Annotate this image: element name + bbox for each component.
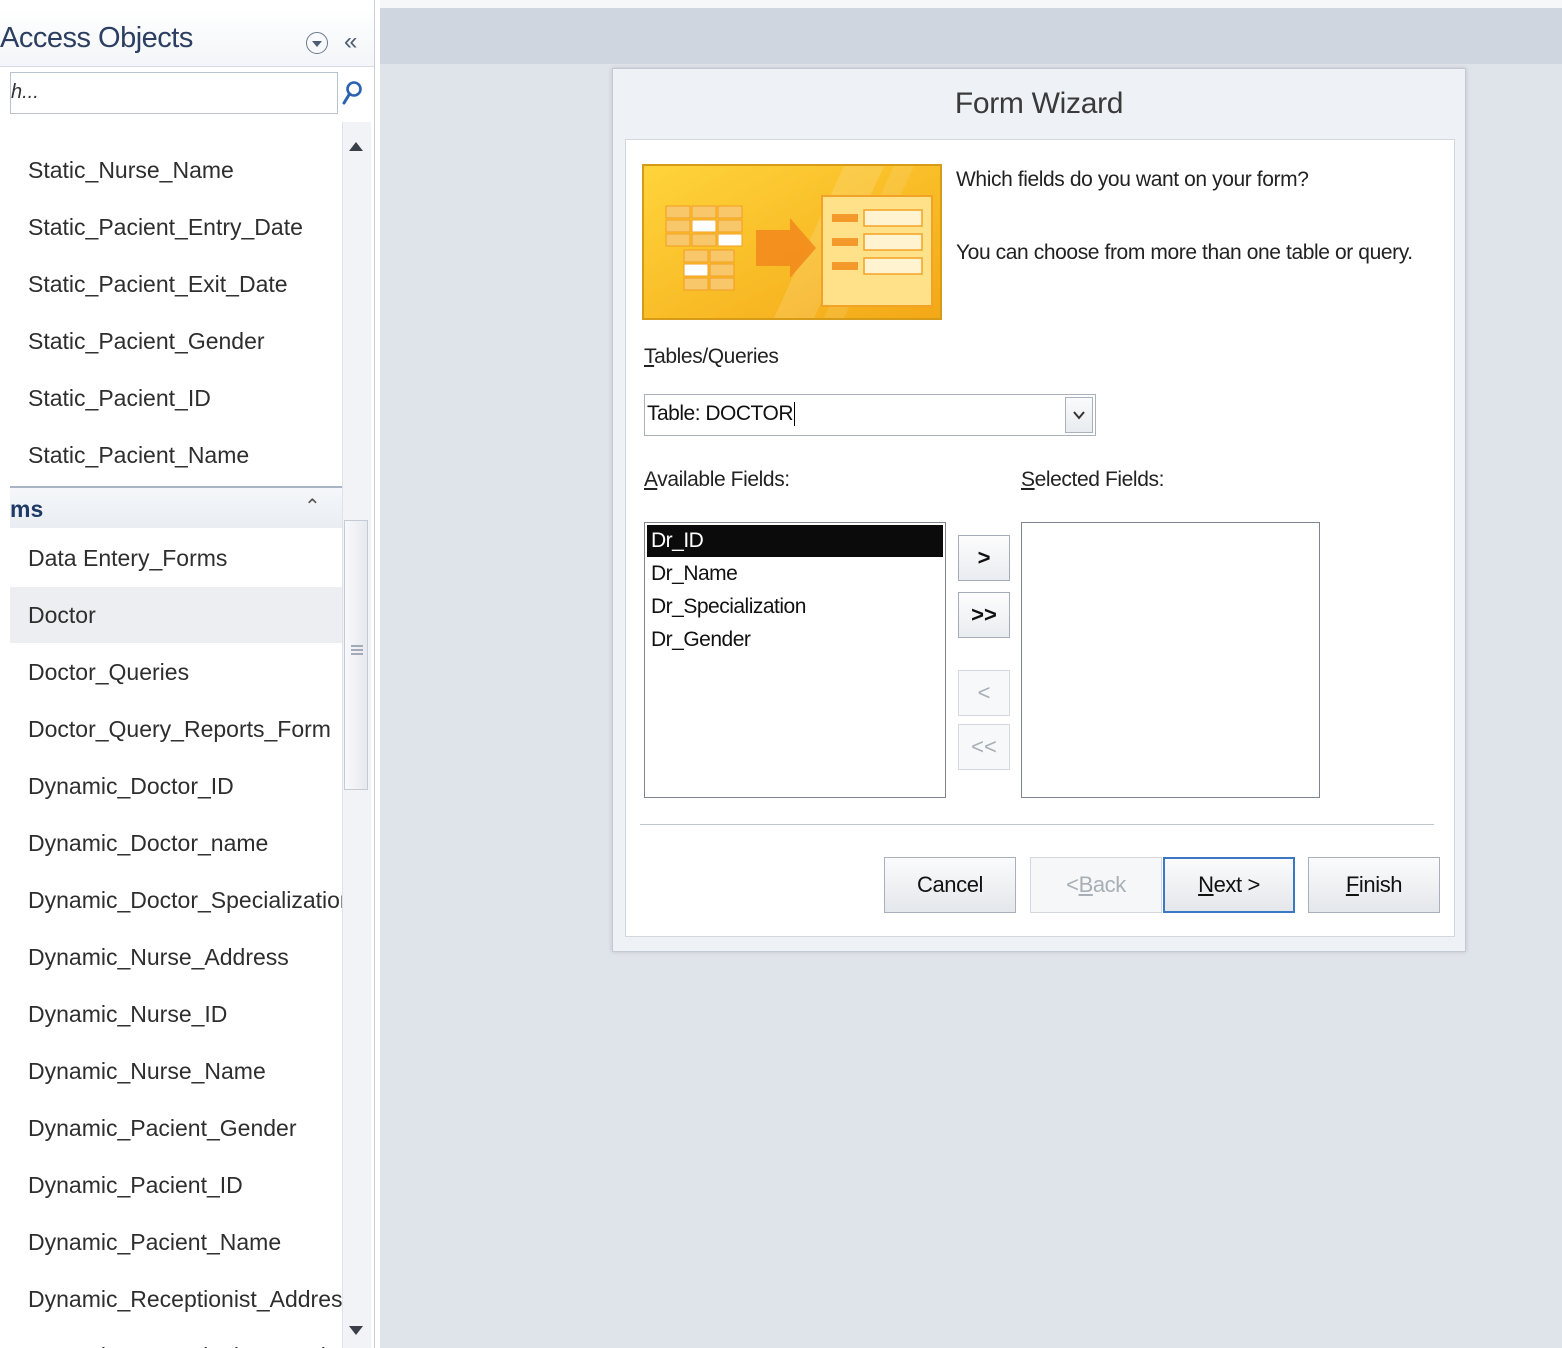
wizard-question: Which fields do you want on your form?: [956, 168, 1309, 191]
nav-collapse-icon[interactable]: «: [344, 28, 357, 56]
back-prefix: <: [1066, 872, 1079, 897]
next-button[interactable]: Next >: [1163, 857, 1295, 913]
tables-queries-combo[interactable]: Table: DOCTOR: [644, 394, 1096, 436]
available-field-item[interactable]: Dr_Name: [647, 558, 943, 590]
nav-object-list: Static_Nurse_Name Static_Pacient_Entry_Da…: [10, 122, 342, 1348]
workspace-tab-strip: [380, 0, 1562, 64]
selected-fields-mnemonic: S: [1021, 468, 1035, 491]
nav-item[interactable]: Dynamic_Nurse_Address: [10, 929, 342, 985]
nav-group-label: ms: [10, 496, 44, 522]
navigation-pane: Access Objects « h... Static_Nurse_Name S…: [0, 0, 375, 1348]
back-button[interactable]: < Back: [1030, 857, 1162, 913]
nav-item[interactable]: Doctor_Queries: [10, 644, 342, 700]
nav-group-forms[interactable]: ms ⌃: [10, 486, 342, 528]
back-label: ack: [1092, 872, 1126, 897]
available-field-item[interactable]: Dr_ID: [647, 525, 943, 557]
back-mnemonic: B: [1078, 872, 1094, 897]
nav-item[interactable]: Dynamic_Pacient_ID: [10, 1157, 342, 1213]
selected-fields-label: Selected Fields:: [1021, 468, 1164, 492]
nav-item[interactable]: Data Entery_Forms: [10, 530, 342, 586]
remove-field-button[interactable]: <: [958, 670, 1010, 716]
nav-item[interactable]: Static_Pacient_Entry_Date: [10, 199, 342, 255]
nav-item[interactable]: Static_Pacient_ID: [10, 370, 342, 426]
nav-item[interactable]: Dynamic_Receptionist_Gender: [10, 1328, 342, 1348]
nav-scrollbar[interactable]: [342, 122, 371, 1348]
available-fields-label: Available Fields:: [644, 468, 790, 492]
available-field-item[interactable]: Dr_Gender: [647, 624, 943, 656]
nav-item[interactable]: Static_Pacient_Name: [10, 427, 342, 483]
available-fields-label-text: vailable Fields:: [657, 468, 790, 491]
text-cursor: [794, 402, 795, 427]
finish-label: inish: [1358, 872, 1403, 897]
nav-item[interactable]: Dynamic_Doctor_ID: [10, 758, 342, 814]
search-icon[interactable]: [338, 72, 368, 114]
remove-all-fields-button[interactable]: <<: [958, 724, 1010, 770]
finish-button[interactable]: Finish: [1308, 857, 1440, 913]
nav-item[interactable]: Dynamic_Nurse_ID: [10, 986, 342, 1042]
cancel-button[interactable]: Cancel: [884, 857, 1016, 913]
scroll-down-icon[interactable]: [345, 1310, 367, 1348]
nav-item[interactable]: Dynamic_Doctor_name: [10, 815, 342, 871]
nav-item[interactable]: Dynamic_Doctor_Specialization: [10, 872, 342, 928]
tables-queries-mnemonic: T: [644, 345, 655, 368]
access-window: Access Objects « h... Static_Nurse_Name S…: [0, 0, 1562, 1348]
button-separator: [640, 824, 1434, 826]
nav-item[interactable]: Dynamic_Pacient_Name: [10, 1214, 342, 1270]
nav-item[interactable]: Static_Nurse_Name: [10, 142, 342, 198]
nav-item[interactable]: Doctor: [10, 587, 342, 643]
selected-fields-label-text: elected Fields:: [1034, 468, 1165, 491]
double-chevron-up-icon[interactable]: ⌃: [304, 494, 321, 519]
nav-item[interactable]: Dynamic_Receptionist_Address: [10, 1271, 342, 1327]
nav-search-input[interactable]: h...: [10, 72, 338, 114]
nav-item[interactable]: Dynamic_Nurse_Name: [10, 1043, 342, 1099]
nav-pane-header: Access Objects «: [0, 8, 374, 67]
dialog-title: Form Wizard: [954, 87, 1124, 120]
nav-menu-dropdown-icon[interactable]: [306, 32, 328, 54]
tables-queries-label-text: ables/Queries: [654, 345, 779, 368]
nav-pane-title[interactable]: Access Objects: [0, 22, 193, 55]
nav-search-text: h...: [11, 81, 39, 103]
selected-fields-list[interactable]: [1021, 522, 1320, 798]
tables-queries-value: Table: DOCTOR: [647, 402, 794, 425]
available-field-item[interactable]: Dr_Specialization: [647, 591, 943, 623]
nav-item[interactable]: Static_Pacient_Gender: [10, 313, 342, 369]
next-mnemonic: N: [1198, 872, 1214, 897]
add-field-button[interactable]: >: [958, 535, 1010, 581]
wizard-hint: You can choose from more than one table …: [956, 241, 1413, 264]
nav-item[interactable]: Static_Pacient_Exit_Date: [10, 256, 342, 312]
nav-item[interactable]: Doctor_Query_Reports_Form: [10, 701, 342, 757]
scroll-up-icon[interactable]: [345, 126, 367, 166]
add-all-fields-button[interactable]: >>: [958, 592, 1010, 638]
next-label: ext >: [1213, 872, 1261, 897]
nav-item[interactable]: Dynamic_Pacient_Gender: [10, 1100, 342, 1156]
available-fields-list[interactable]: Dr_ID Dr_Name Dr_Specialization Dr_Gender: [644, 522, 946, 798]
scroll-thumb[interactable]: [344, 520, 368, 790]
available-fields-mnemonic: A: [644, 468, 658, 491]
tables-queries-label: Tables/Queries: [644, 345, 779, 369]
wizard-illustration: [642, 164, 942, 320]
finish-mnemonic: F: [1345, 872, 1359, 897]
chevron-down-icon[interactable]: [1065, 397, 1093, 433]
